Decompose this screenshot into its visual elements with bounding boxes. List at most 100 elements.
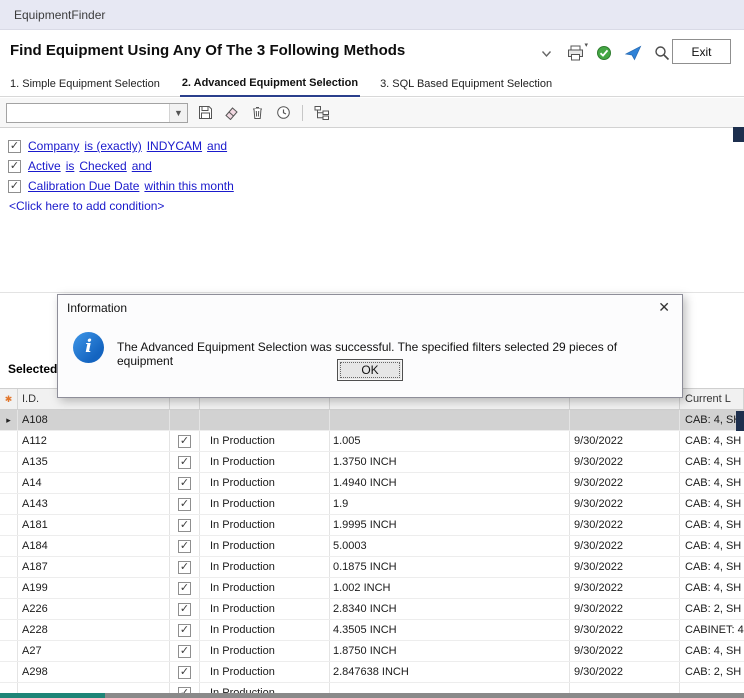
active-checkbox-icon[interactable]	[178, 435, 191, 448]
add-condition-link[interactable]: <Click here to add condition>	[9, 199, 744, 213]
cell-due-date: 9/30/2022	[570, 662, 680, 682]
checkbox-checked-icon[interactable]	[8, 140, 21, 153]
cell-active	[170, 662, 200, 682]
cell-due-date: 9/30/2022	[570, 599, 680, 619]
validate-icon[interactable]	[595, 44, 613, 62]
cell-location: CAB: 4, SH	[680, 515, 744, 535]
tab-simple-equipment-selection[interactable]: 1. Simple Equipment Selection	[8, 78, 162, 96]
cell-status: In Production	[200, 494, 330, 514]
row-select-marker	[0, 431, 18, 451]
column-header-location[interactable]: Current L	[680, 389, 744, 409]
condition-field-link[interactable]: Calibration Due Date	[28, 179, 139, 193]
row-select-marker	[0, 578, 18, 598]
row-select-marker	[0, 662, 18, 682]
active-checkbox-icon[interactable]	[178, 519, 191, 532]
app-header: Find Equipment Using Any Of The 3 Follow…	[0, 30, 744, 74]
exit-button[interactable]: Exit	[672, 39, 731, 64]
table-row[interactable]: A112In Production1.0059/30/2022CAB: 4, S…	[0, 431, 744, 452]
table-row[interactable]: ▸A108CAB: 4, SH	[0, 410, 744, 431]
table-row[interactable]: A135In Production1.3750 INCH9/30/2022CAB…	[0, 452, 744, 473]
chevron-down-icon[interactable]: ▼	[169, 104, 187, 122]
chevron-down-icon[interactable]	[537, 44, 555, 62]
table-row[interactable]: In Production	[0, 683, 744, 693]
cell-location: CAB: 2, SH	[680, 662, 744, 682]
info-icon: i	[73, 332, 104, 363]
cell-status: In Production	[200, 620, 330, 640]
active-checkbox-icon[interactable]	[178, 687, 191, 694]
condition-operator-link[interactable]: within this month	[144, 179, 233, 193]
checkbox-checked-icon[interactable]	[8, 180, 21, 193]
row-select-marker	[0, 599, 18, 619]
eraser-icon[interactable]	[223, 104, 240, 121]
filter-indicator-icon[interactable]: ✱	[0, 389, 18, 409]
filter-condition-row[interactable]: Active is Checked and	[8, 156, 744, 176]
table-row[interactable]: A187In Production0.1875 INCH9/30/2022CAB…	[0, 557, 744, 578]
cell-location: CABINET: 4	[680, 620, 744, 640]
active-checkbox-icon[interactable]	[178, 603, 191, 616]
cell-status: In Production	[200, 599, 330, 619]
condition-operator-link[interactable]: is	[66, 159, 75, 173]
tab-advanced-equipment-selection[interactable]: 2. Advanced Equipment Selection	[180, 77, 360, 97]
header-icon-bar: ▾	[537, 44, 671, 62]
send-icon[interactable]	[624, 44, 642, 62]
search-icon[interactable]	[653, 44, 671, 62]
checkbox-checked-icon[interactable]	[8, 160, 21, 173]
clock-icon[interactable]	[275, 104, 292, 121]
table-row[interactable]: A181In Production1.9995 INCH9/30/2022CAB…	[0, 515, 744, 536]
condition-field-link[interactable]: Active	[28, 159, 61, 173]
active-checkbox-icon[interactable]	[178, 582, 191, 595]
condition-operator-link[interactable]: is (exactly)	[84, 139, 141, 153]
table-row[interactable]: A27In Production1.8750 INCH9/30/2022CAB:…	[0, 641, 744, 662]
cell-status: In Production	[200, 536, 330, 556]
cell-status: In Production	[200, 473, 330, 493]
active-checkbox-icon[interactable]	[178, 477, 191, 490]
table-row[interactable]: A226In Production2.8340 INCH9/30/2022CAB…	[0, 599, 744, 620]
table-row[interactable]: A14In Production1.4940 INCH9/30/2022CAB:…	[0, 473, 744, 494]
tab-sql-based-equipment-selection[interactable]: 3. SQL Based Equipment Selection	[378, 78, 554, 96]
condition-field-link[interactable]: Company	[28, 139, 79, 153]
table-row[interactable]: A199In Production1.002 INCH9/30/2022CAB:…	[0, 578, 744, 599]
filter-preset-combo[interactable]: ▼	[6, 103, 188, 123]
window-titlebar[interactable]: EquipmentFinder	[0, 0, 744, 30]
chevron-down-icon: ▾	[584, 41, 588, 49]
row-select-marker	[0, 494, 18, 514]
cell-active	[170, 515, 200, 535]
table-row[interactable]: A143In Production1.99/30/2022CAB: 4, SH	[0, 494, 744, 515]
ok-button[interactable]: OK	[337, 359, 403, 381]
row-select-marker	[0, 557, 18, 577]
active-checkbox-icon[interactable]	[178, 540, 191, 553]
condition-join-link[interactable]: and	[207, 139, 227, 153]
active-checkbox-icon[interactable]	[178, 666, 191, 679]
active-checkbox-icon[interactable]	[178, 456, 191, 469]
save-icon[interactable]	[197, 104, 214, 121]
active-checkbox-icon[interactable]	[178, 498, 191, 511]
filter-condition-row[interactable]: Calibration Due Date within this month	[8, 176, 744, 196]
toolbar-separator	[302, 105, 303, 121]
cell-size: 1.8750 INCH	[330, 641, 570, 661]
cell-id: A228	[18, 620, 170, 640]
cell-location: CAB: 4, SH	[680, 494, 744, 514]
printer-icon[interactable]: ▾	[566, 44, 584, 62]
active-checkbox-icon[interactable]	[178, 624, 191, 637]
cell-due-date: 9/30/2022	[570, 557, 680, 577]
condition-value-link[interactable]: INDYCAM	[147, 139, 202, 153]
table-row[interactable]: A298In Production2.847638 INCH9/30/2022C…	[0, 662, 744, 683]
cell-active	[170, 578, 200, 598]
cell-location: CAB: 4, SH	[680, 641, 744, 661]
hierarchy-icon[interactable]	[313, 104, 330, 121]
trash-icon[interactable]	[249, 104, 266, 121]
close-icon[interactable]: ✕	[658, 299, 670, 316]
table-row[interactable]: A228In Production4.3505 INCH9/30/2022CAB…	[0, 620, 744, 641]
condition-join-link[interactable]: and	[132, 159, 152, 173]
filter-condition-row[interactable]: Company is (exactly) INDYCAM and	[8, 136, 744, 156]
scrollbar-thumb[interactable]	[0, 693, 105, 698]
bottom-scrollbar[interactable]	[0, 693, 744, 698]
table-row[interactable]: A184In Production5.00039/30/2022CAB: 4, …	[0, 536, 744, 557]
condition-value-link[interactable]: Checked	[79, 159, 126, 173]
cell-id: A187	[18, 557, 170, 577]
cell-active	[170, 557, 200, 577]
active-checkbox-icon[interactable]	[178, 561, 191, 574]
cell-id: A135	[18, 452, 170, 472]
row-select-marker	[0, 620, 18, 640]
active-checkbox-icon[interactable]	[178, 645, 191, 658]
